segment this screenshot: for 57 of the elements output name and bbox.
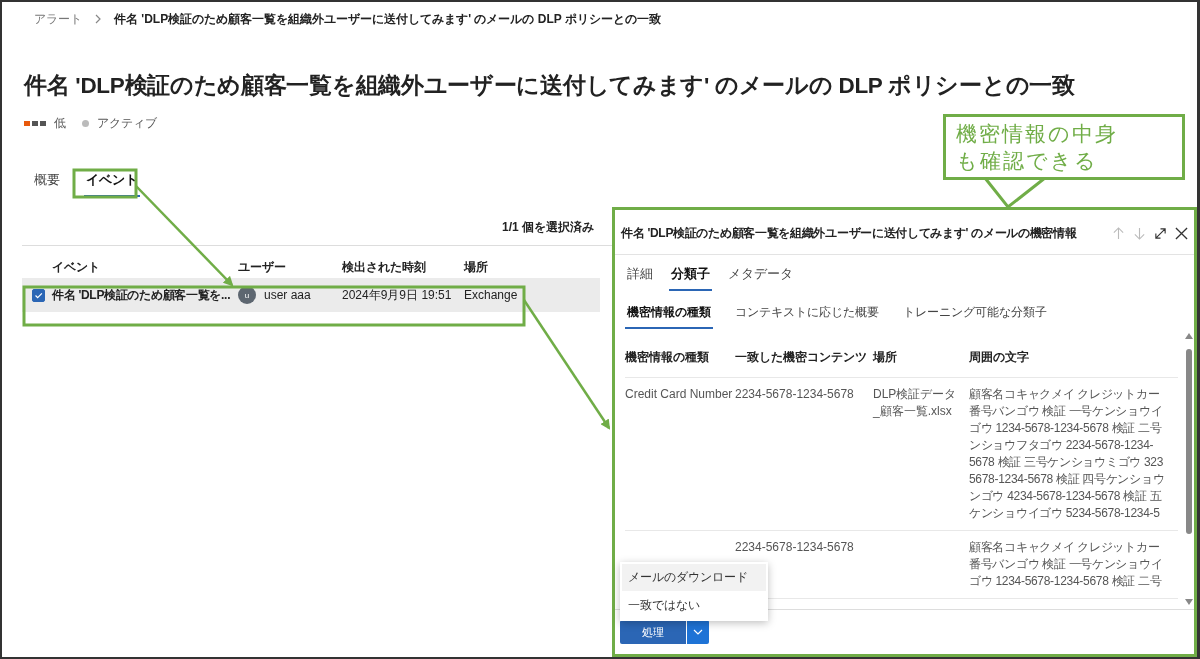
column-header: 検出された時刻 bbox=[342, 258, 427, 276]
callout-text: 機密情報の中身 bbox=[956, 121, 1119, 147]
scroll-up-icon[interactable] bbox=[1185, 333, 1193, 339]
table-cell-text: 顧客名コキャクメイ クレジットカー bbox=[969, 539, 1161, 556]
table-cell-text: 2234-5678-1234-5678 bbox=[735, 539, 855, 556]
tab[interactable]: コンテキストに応じた概要 bbox=[733, 301, 881, 329]
column-header: 一致した機密コンテンツ bbox=[735, 348, 868, 366]
scroll-down-icon[interactable] bbox=[1185, 599, 1193, 605]
column-header: 場所 bbox=[873, 348, 898, 366]
table-cell-text: ンゴウ 4234-5678-1234-5678 検証 五 bbox=[969, 488, 1163, 505]
column-header: ユーザー bbox=[238, 258, 287, 276]
tab[interactable]: 機密情報の種類 bbox=[625, 301, 713, 329]
selection-count: 1/1 個を選択済み bbox=[502, 219, 594, 236]
table-cell-text: Exchange bbox=[464, 288, 519, 302]
dropdown-button[interactable] bbox=[686, 620, 709, 644]
tab[interactable]: 詳細 bbox=[625, 263, 655, 291]
expand-icon[interactable] bbox=[1154, 226, 1167, 240]
table-cell-text: 番号バンゴウ 検証 一号ケンショウイ bbox=[969, 403, 1164, 420]
arrow-down-icon[interactable] bbox=[1133, 226, 1146, 240]
annotation-frame bbox=[72, 168, 138, 199]
breadcrumb-item: 件名 'DLP検証のため顧客一覧を組織外ユーザーに送付してみます' のメールの DLP ポリシーとの一致 bbox=[114, 10, 661, 28]
table-cell-text: 2024年9月9日 19:51 bbox=[342, 286, 453, 304]
table-cell: user aaa bbox=[264, 288, 311, 302]
tab[interactable]: トレーニング可能な分類子 bbox=[901, 301, 1049, 329]
arrow-up-icon[interactable] bbox=[1112, 226, 1125, 240]
status-label: アクティブ bbox=[97, 115, 157, 132]
breadcrumb-item[interactable]: アラート bbox=[34, 10, 82, 28]
tab[interactable]: 分類子 bbox=[669, 263, 712, 291]
callout-text: も確認できる bbox=[956, 148, 1099, 174]
table-cell-text: ンショウフタゴウ 2234-5678-1234- bbox=[969, 437, 1155, 454]
close-icon[interactable] bbox=[1175, 226, 1188, 240]
panel-title: 件名 'DLP検証のため顧客一覧を組織外ユーザーに送付してみます' のメールの機密情報 bbox=[621, 224, 1078, 242]
chevron-down-icon bbox=[693, 629, 703, 635]
table-cell-text: 件名 'DLP検証のため顧客一覧を... bbox=[52, 286, 232, 304]
column-header: 機密情報の種類 bbox=[625, 348, 710, 366]
column-header: イベント bbox=[52, 258, 101, 276]
tab[interactable]: 概要 bbox=[32, 169, 62, 197]
menu-item[interactable]: メールのダウンロード bbox=[622, 564, 766, 591]
table-cell-text: Credit Card Number bbox=[625, 386, 734, 403]
column-header: 場所 bbox=[464, 258, 489, 276]
tab[interactable]: メタデータ bbox=[726, 263, 795, 291]
chevron-right-icon bbox=[94, 14, 102, 24]
table-cell-text: ゴウ 1234-5678-1234-5678 検証 二号 bbox=[969, 420, 1163, 437]
severity-label: 低 bbox=[54, 115, 66, 132]
tab[interactable]: イベント bbox=[84, 169, 140, 197]
table-cell-text: ゴウ 1234-5678-1234-5678 検証 二号 bbox=[969, 573, 1163, 590]
table-cell-text: 2234-5678-1234-5678 bbox=[735, 386, 855, 403]
table-cell-text: 番号バンゴウ 検証 一号ケンショウイ bbox=[969, 556, 1164, 573]
column-header: 周囲の文字 bbox=[969, 348, 1030, 366]
page-title: 件名 'DLP検証のため顧客一覧を組織外ユーザーに送付してみます' のメールの DLP ポリシーとの一致 bbox=[24, 72, 1076, 100]
table-cell-text: 5678-1234-5678 検証 四号ケンショウ bbox=[969, 471, 1166, 488]
table-cell-text: 5678 検証 三号ケンショウミゴウ 323 bbox=[969, 454, 1165, 471]
table-cell-text: ケンショウイゴウ 5234-5678-1234-5 bbox=[969, 505, 1161, 522]
table-cell-text: DLP検証データ_顧客一覧.xlsx bbox=[873, 386, 958, 420]
status-dot bbox=[82, 120, 89, 127]
table-cell-text: 顧客名コキャクメイ クレジットカー bbox=[969, 386, 1161, 403]
action-button[interactable]: 処理 bbox=[620, 620, 686, 644]
